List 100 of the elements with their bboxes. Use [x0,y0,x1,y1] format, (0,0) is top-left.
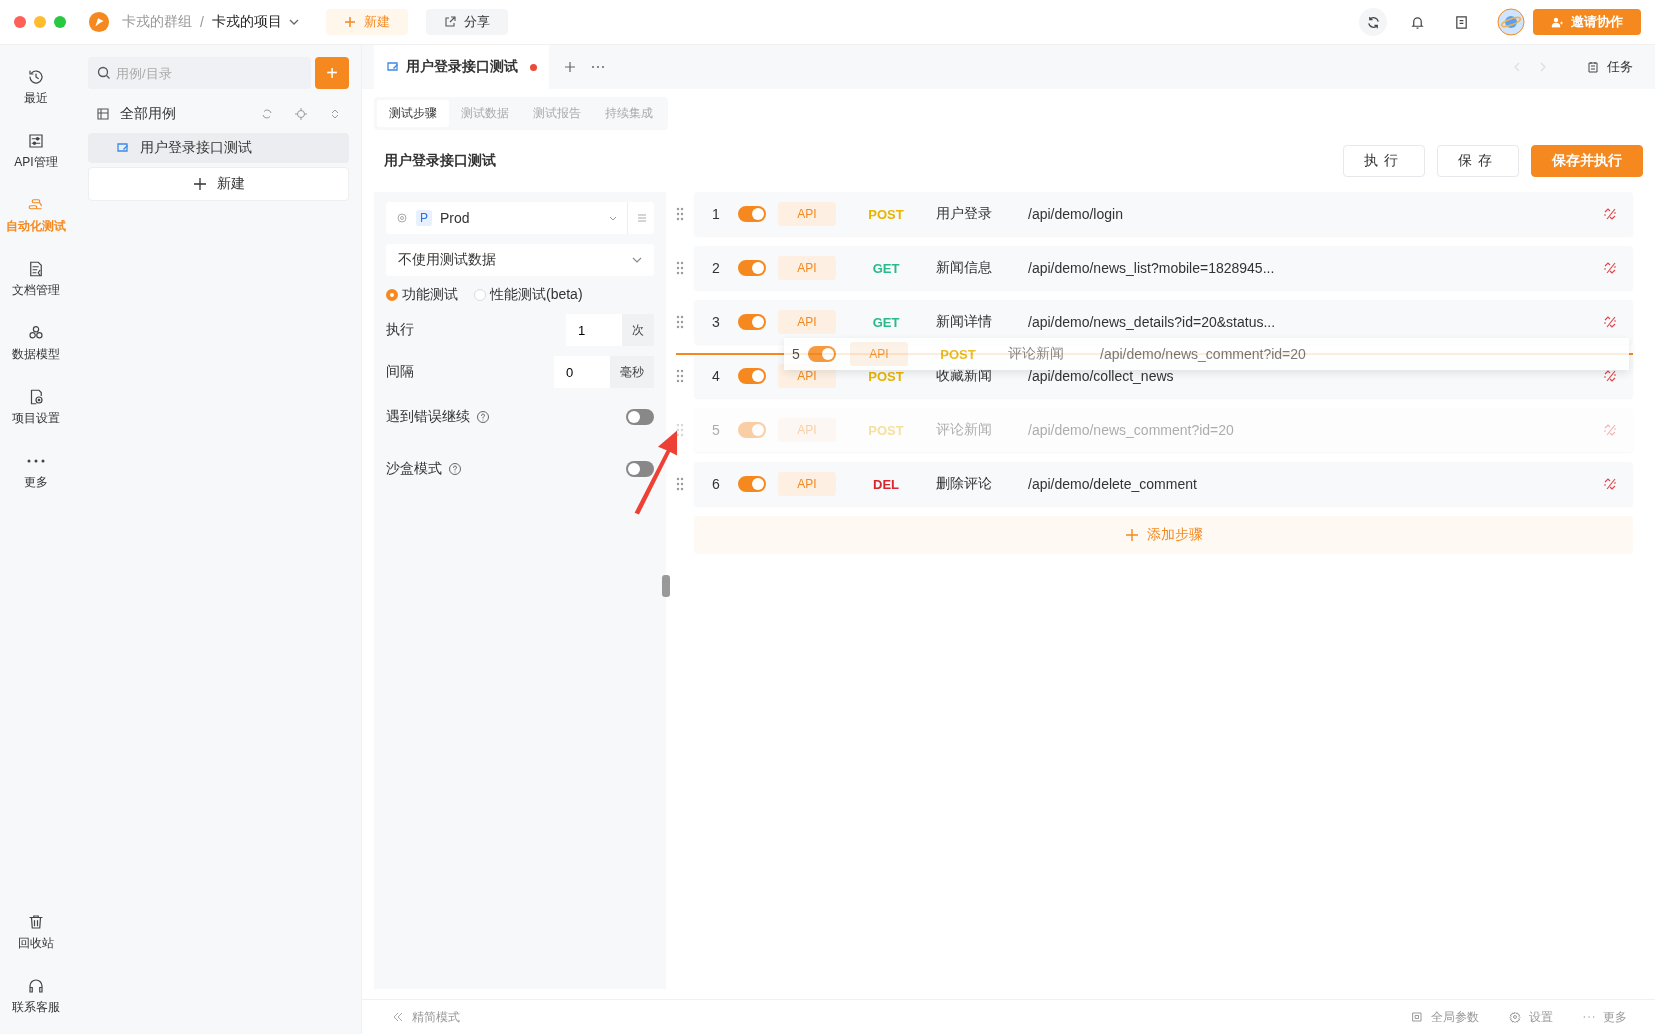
drag-handle-icon[interactable] [676,207,684,221]
toggle-switch[interactable] [738,368,766,384]
headset-icon [27,976,45,995]
settings-icon [396,212,408,224]
new-case-button[interactable]: 新建 [88,167,349,201]
toggle-switch[interactable] [738,206,766,222]
test-data-select[interactable]: 不使用测试数据 [386,244,654,276]
test-case-icon [386,60,400,74]
nav-item[interactable]: 最近 [1,55,71,119]
switch-label: 遇到错误继续 [386,408,470,426]
toggle-switch[interactable] [738,476,766,492]
locate-icon[interactable] [295,108,307,120]
nav-item[interactable]: 项目设置 [1,375,71,439]
http-method: DEL [872,476,900,492]
toggle-switch[interactable] [626,409,654,425]
step-path: /api/demo/login [1028,206,1123,222]
drag-handle-icon[interactable] [676,477,684,491]
share-button[interactable]: 分享 [425,9,508,35]
folder-icon [96,107,110,121]
tasks-button[interactable]: 任务 [1581,57,1639,77]
toggle-switch[interactable] [738,422,766,438]
environment-badge: P [416,210,432,226]
plus-icon [343,16,356,28]
unlink-icon[interactable] [1603,261,1617,275]
search-icon [97,66,111,80]
toggle-switch[interactable] [738,314,766,330]
document-icon [27,259,45,278]
toggle-switch[interactable] [738,260,766,276]
expand-collapse-icon[interactable] [329,108,341,120]
drag-handle-icon[interactable] [676,369,684,383]
step-number: 5 [711,422,721,438]
unlink-icon[interactable] [1603,477,1617,491]
unlink-icon[interactable] [1603,369,1617,383]
toggle-switch[interactable] [626,461,654,477]
nav-item[interactable]: 联系客服 [1,964,71,1028]
minimize-window-button[interactable] [34,16,46,28]
test-case-icon [116,141,130,155]
step-number: 4 [711,368,721,384]
menu-icon[interactable] [636,212,648,224]
step-type-tag: API [778,310,836,334]
unit-label: 次 [622,314,654,346]
help-icon[interactable] [448,462,462,476]
step-name: 删除评论 [936,475,993,493]
environment-selector[interactable]: P Prod [386,202,654,234]
close-window-button[interactable] [14,16,26,28]
nav-item[interactable]: API管理 [1,119,71,183]
double-chevron-left-icon [392,1011,404,1023]
tree-root-item[interactable]: 全部用例 [88,95,349,133]
help-icon[interactable] [476,410,490,424]
step-type-tag: API [778,472,836,496]
http-method: GET [871,314,901,330]
http-method: POST [867,206,905,222]
nav-item[interactable]: 回收站 [1,900,71,964]
calendar-icon [1587,61,1599,73]
drag-handle-icon[interactable] [676,261,684,275]
settings-icon [1509,1011,1521,1023]
case-item[interactable]: 用户登录接口测试 [88,133,349,163]
switch-label: 沙盒模式 [386,460,442,478]
plus-icon [1124,528,1139,542]
step-type-tag: API [850,342,908,366]
nav-item[interactable]: 更多 [1,439,71,503]
dragged-step-row[interactable]: 5 API POST 评论新闻 /api/demo/news_comment?id=20 [784,338,1629,370]
step-type-tag: API [778,418,836,442]
step-name: 收藏新闻 [936,367,993,385]
step-path: /api/demo/news_comment?id=20 [1028,422,1234,438]
action-button[interactable]: 保存 [1437,145,1519,177]
refresh-icon[interactable] [1359,8,1387,36]
mode-radio[interactable]: 功能测试 [386,286,458,304]
step-name: 新闻信息 [936,259,993,277]
field-label: 执行 [386,321,414,339]
more-icon [27,457,45,464]
drag-handle-icon[interactable] [676,315,684,329]
project-selector[interactable]: 卡戎的项目 [211,13,300,31]
step-number: 1 [711,206,721,222]
case-title: 用户登录接口测试 [383,152,496,170]
step-number: 3 [711,314,721,330]
action-button[interactable]: 执行 [1343,145,1425,177]
number-field[interactable]: 1 [566,314,622,346]
number-field[interactable]: 0 [554,356,610,388]
add-tab-icon[interactable] [563,60,577,74]
unlink-icon[interactable] [1603,315,1617,329]
unlink-icon[interactable] [1603,207,1617,221]
step-path: /api/demo/delete_comment [1028,476,1197,492]
more-icon [1583,1015,1595,1019]
avatar-icon[interactable] [1497,8,1525,36]
sliders-icon [27,131,45,150]
step-path: /api/demo/news_list?mobile=1828945... [1028,260,1275,276]
plus-icon [192,177,207,191]
mode-radio[interactable]: 性能测试(beta) [474,286,583,304]
collapse-handle[interactable] [662,575,670,597]
search-field[interactable]: 用例/目录 [88,57,311,89]
step-number: 2 [711,260,721,276]
maximize-window-button[interactable] [54,16,66,28]
trash-icon [27,912,45,931]
step-type-tag: API [778,202,836,226]
nav-item[interactable]: 数据模型 [1,311,71,375]
unit-label: 毫秒 [610,356,654,388]
nav-item[interactable]: 文档管理 [1,247,71,311]
editor-tab[interactable]: 用户登录接口测试 [374,45,549,89]
subtab[interactable]: 测试步骤 [377,100,449,127]
